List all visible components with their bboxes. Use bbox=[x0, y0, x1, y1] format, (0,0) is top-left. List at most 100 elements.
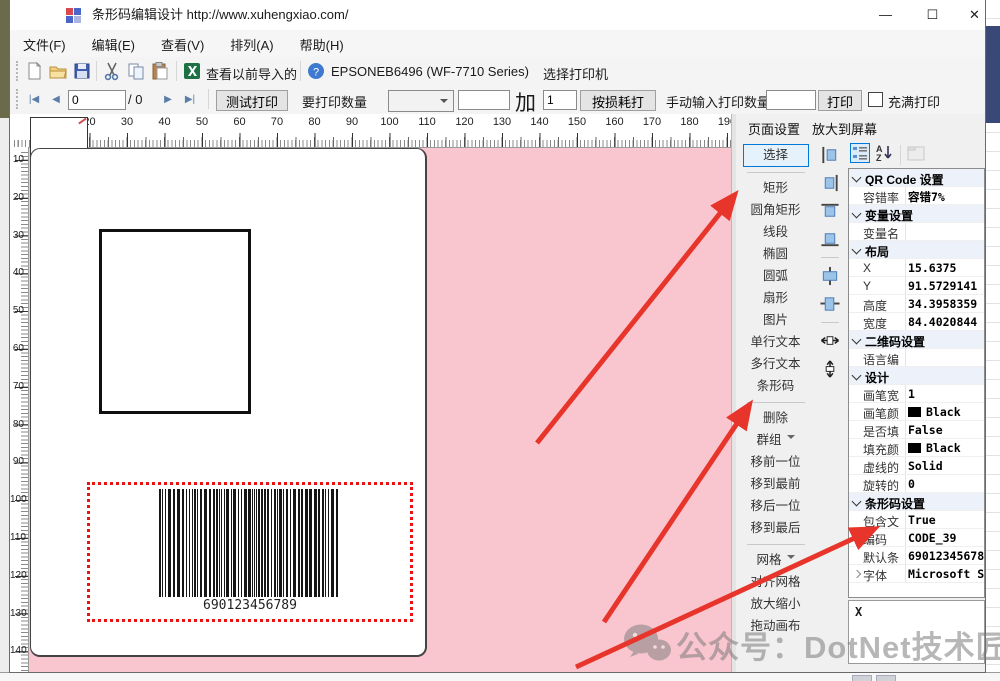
property-row[interactable]: 语言编 bbox=[849, 349, 984, 367]
previous-page-icon[interactable]: ◀ bbox=[46, 90, 66, 110]
tool-12[interactable]: 条形码 bbox=[744, 376, 808, 397]
property-value[interactable]: 0 bbox=[908, 477, 984, 491]
barcode-element-selected[interactable]: 690123456789 bbox=[87, 482, 413, 622]
property-category[interactable]: 二维码设置 bbox=[849, 331, 984, 349]
property-value[interactable]: CODE_39 bbox=[908, 531, 984, 545]
property-category[interactable]: QR Code 设置 bbox=[849, 169, 984, 187]
property-category[interactable]: 设计 bbox=[849, 367, 984, 385]
property-value[interactable]: 15.6375 bbox=[908, 261, 984, 275]
fill-print-checkbox[interactable] bbox=[868, 92, 883, 107]
add-count-input[interactable] bbox=[543, 90, 577, 110]
tool-18[interactable]: 移后一位 bbox=[744, 496, 808, 517]
expander-icon[interactable] bbox=[853, 570, 861, 578]
paste-icon[interactable] bbox=[150, 61, 170, 81]
tool-10[interactable]: 单行文本 bbox=[744, 332, 808, 353]
property-value[interactable]: 34.3958359 bbox=[908, 297, 984, 311]
same-width-icon[interactable] bbox=[819, 331, 841, 351]
property-row[interactable]: 宽度84.4020844 bbox=[849, 313, 984, 331]
categorized-icon[interactable] bbox=[850, 143, 870, 163]
page-number-input[interactable] bbox=[68, 90, 126, 110]
align-top-icon[interactable] bbox=[819, 201, 841, 221]
print-button[interactable]: 打印 bbox=[818, 90, 862, 111]
property-value[interactable]: Microsoft S bbox=[908, 567, 984, 581]
tool-8[interactable]: 扇形 bbox=[744, 288, 808, 309]
first-page-icon[interactable]: |◀ bbox=[24, 90, 44, 110]
cut-icon[interactable] bbox=[102, 61, 122, 81]
align-right-icon[interactable] bbox=[819, 173, 841, 193]
property-row[interactable]: 高度34.3958359 bbox=[849, 295, 984, 313]
alphabetical-sort-icon[interactable]: AZ bbox=[874, 143, 894, 163]
property-value[interactable]: 容错7% bbox=[908, 189, 984, 205]
property-row[interactable]: Y91.5729141 bbox=[849, 277, 984, 295]
copy-icon[interactable] bbox=[126, 61, 146, 81]
property-row[interactable]: X15.6375 bbox=[849, 259, 984, 277]
tool-4[interactable]: 圆角矩形 bbox=[744, 200, 808, 221]
tool-14[interactable]: 删除 bbox=[744, 408, 808, 429]
same-height-icon[interactable] bbox=[819, 359, 841, 379]
tool-16[interactable]: 移前一位 bbox=[744, 452, 808, 473]
tool-11[interactable]: 多行文本 bbox=[744, 354, 808, 375]
property-value[interactable]: 91.5729141 bbox=[908, 279, 984, 293]
property-row[interactable]: 包含文True bbox=[849, 511, 984, 529]
maximize-button[interactable]: ☐ bbox=[910, 0, 955, 30]
tool-24[interactable]: 拖动画布 bbox=[744, 616, 808, 637]
manual-quantity-input[interactable] bbox=[766, 90, 816, 110]
menu-item-5[interactable]: 帮助(H) bbox=[287, 30, 357, 59]
property-category[interactable]: 变量设置 bbox=[849, 205, 984, 223]
menu-item-3[interactable]: 查看(V) bbox=[148, 30, 217, 59]
property-value[interactable]: 1 bbox=[908, 387, 984, 401]
property-row[interactable]: 是否填False bbox=[849, 421, 984, 439]
print-quantity-combo[interactable] bbox=[388, 90, 454, 112]
menu-item-2[interactable]: 编辑(E) bbox=[79, 30, 148, 59]
loss-print-button[interactable]: 按损耗打印 bbox=[580, 90, 656, 111]
property-row[interactable]: 变量名 bbox=[849, 223, 984, 241]
property-value[interactable]: Solid bbox=[908, 459, 984, 473]
property-row[interactable]: 画笔宽1 bbox=[849, 385, 984, 403]
last-page-icon[interactable]: ▶| bbox=[180, 90, 200, 110]
select-printer-button[interactable]: 选择打印机 bbox=[543, 64, 608, 83]
save-icon[interactable] bbox=[72, 61, 92, 81]
tool-1[interactable]: 选择 bbox=[743, 144, 809, 167]
tool-6[interactable]: 椭圆 bbox=[744, 244, 808, 265]
help-icon[interactable]: ? bbox=[306, 61, 326, 81]
tool-5[interactable]: 线段 bbox=[744, 222, 808, 243]
property-row[interactable]: 画笔颜Black bbox=[849, 403, 984, 421]
close-button[interactable]: ✕ bbox=[952, 0, 997, 30]
menu-item-4[interactable]: 排列(A) bbox=[217, 30, 286, 59]
property-category[interactable]: 条形码设置 bbox=[849, 493, 984, 511]
tool-15[interactable]: 群组 bbox=[744, 430, 808, 451]
property-value[interactable]: Black bbox=[908, 405, 984, 419]
title-bar[interactable]: 条形码编辑设计 http://www.xuhengxiao.com/ — ☐ ✕ bbox=[10, 0, 985, 31]
next-page-icon[interactable]: ▶ bbox=[158, 90, 178, 110]
property-value[interactable]: True bbox=[908, 513, 984, 527]
zoom-to-screen-button[interactable]: 放大到屏幕 bbox=[812, 119, 877, 138]
property-row[interactable]: 编码CODE_39 bbox=[849, 529, 984, 547]
open-folder-icon[interactable] bbox=[48, 61, 68, 81]
toolbar-grip[interactable] bbox=[16, 61, 21, 81]
tool-23[interactable]: 放大缩小 bbox=[744, 594, 808, 615]
property-value[interactable]: 84.4020844 bbox=[908, 315, 984, 329]
center-horizontal-icon[interactable] bbox=[819, 266, 841, 286]
quantity-input[interactable] bbox=[458, 90, 510, 110]
view-imported-button[interactable]: 查看以前导入的 bbox=[206, 64, 297, 83]
minimize-button[interactable]: — bbox=[863, 0, 908, 30]
property-row[interactable]: 容错率容错7% bbox=[849, 187, 984, 205]
tool-21[interactable]: 网格 bbox=[744, 550, 808, 571]
page-setup-button[interactable]: 页面设置 bbox=[748, 119, 800, 138]
toolbar-grip[interactable] bbox=[16, 89, 21, 109]
tool-22[interactable]: 对齐网格 bbox=[744, 572, 808, 593]
property-category[interactable]: 布局 bbox=[849, 241, 984, 259]
new-document-icon[interactable] bbox=[24, 61, 44, 81]
align-left-icon[interactable] bbox=[819, 145, 841, 165]
property-value[interactable]: False bbox=[908, 423, 984, 437]
menu-item-1[interactable]: 文件(F) bbox=[10, 30, 79, 59]
rectangle-element[interactable] bbox=[99, 229, 251, 414]
test-print-button[interactable]: 测试打印 bbox=[216, 90, 288, 111]
property-row[interactable]: 填充颜Black bbox=[849, 439, 984, 457]
excel-icon[interactable] bbox=[182, 61, 202, 81]
property-row[interactable]: 虚线的Solid bbox=[849, 457, 984, 475]
tool-3[interactable]: 矩形 bbox=[744, 178, 808, 199]
property-value[interactable]: Black bbox=[908, 441, 984, 455]
property-grid[interactable]: QR Code 设置容错率容错7%变量设置变量名布局X15.6375Y91.57… bbox=[848, 168, 985, 598]
property-row[interactable]: 旋转的0 bbox=[849, 475, 984, 493]
